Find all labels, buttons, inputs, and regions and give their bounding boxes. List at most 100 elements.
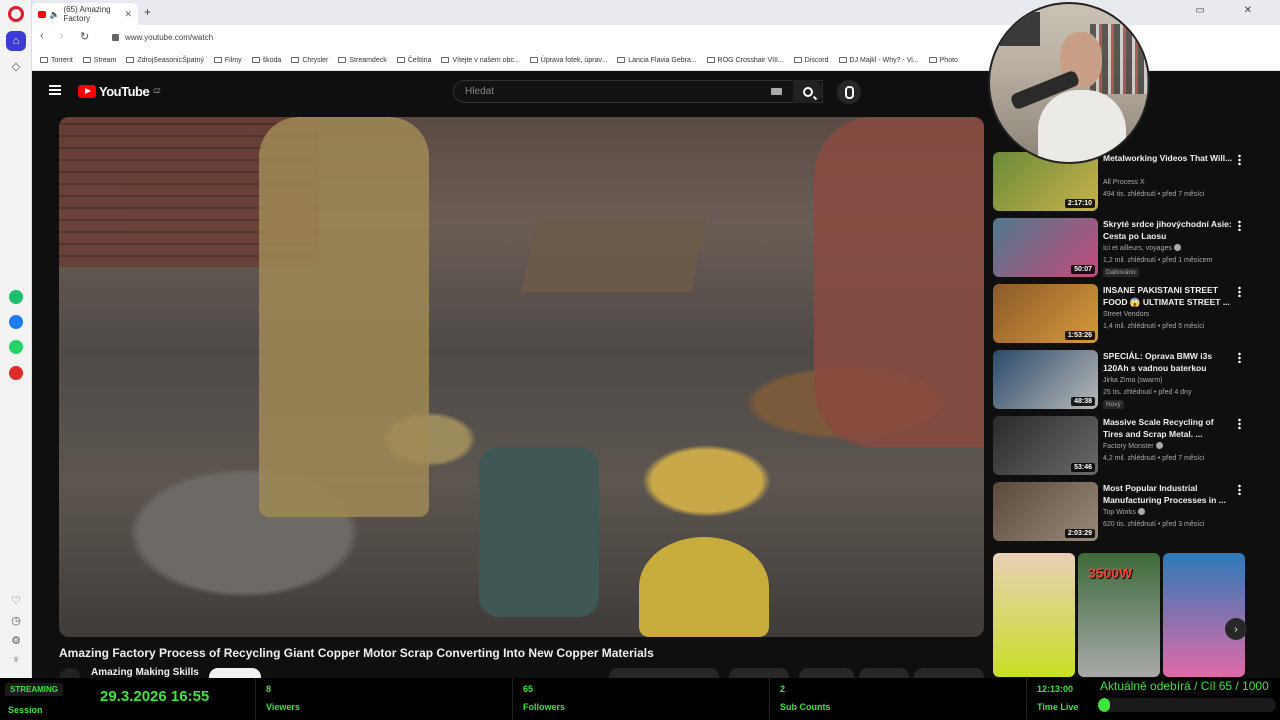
channel-label[interactable]: Jirka Zima (swarm)	[1103, 375, 1163, 387]
bookmark-item[interactable]: Photo	[928, 57, 958, 64]
short-thumbnail[interactable]: 3500W	[1078, 553, 1160, 677]
chevron-right-icon[interactable]: ›	[1225, 618, 1247, 640]
history-icon[interactable]: ◷	[6, 610, 26, 630]
search-button[interactable]	[793, 80, 823, 103]
bookmark-item[interactable]: Streamdeck	[338, 57, 387, 64]
more-options-icon[interactable]	[1238, 352, 1241, 363]
speaker-icon[interactable]: 🔈	[50, 10, 60, 19]
menu-icon[interactable]	[49, 85, 61, 95]
chatgpt-icon[interactable]	[9, 290, 23, 304]
subscribe-button[interactable]	[209, 668, 261, 678]
video-player[interactable]	[59, 117, 984, 637]
whatsapp-icon[interactable]	[9, 340, 23, 354]
forward-icon[interactable]: ›	[60, 30, 64, 42]
short-thumbnail[interactable]	[993, 553, 1075, 677]
channel-avatar[interactable]	[59, 668, 81, 678]
subs-label: Sub Counts	[780, 702, 831, 712]
recommendation-item[interactable]: 2:17:10 Metalworking Videos That Will... A…	[993, 152, 1278, 212]
more-options-icon[interactable]	[1238, 484, 1241, 495]
more-options-icon[interactable]	[1238, 154, 1241, 165]
bookmark-item[interactable]: Stream	[82, 57, 116, 64]
youtube-logo[interactable]: YouTube CZ	[78, 84, 161, 99]
sub-goal-progress-fill	[1098, 698, 1110, 712]
bookmark-item[interactable]: Torrent	[40, 57, 73, 64]
recommendation-item[interactable]: 53:46 Massive Scale Recycling of Tires an…	[993, 416, 1278, 476]
webcam-monitor	[1000, 12, 1040, 46]
opera-logo-icon[interactable]	[8, 6, 24, 22]
settings-icon[interactable]: ⚙	[6, 630, 26, 650]
bookmark-item[interactable]: ZdrojSeasonicŠpatný	[126, 57, 204, 64]
bookmark-item[interactable]: ROG Crosshair VIII...	[706, 57, 784, 64]
video-frame-motor-yellow	[639, 537, 769, 637]
new-tab-icon[interactable]: +	[144, 5, 151, 19]
heart-icon[interactable]: ♡	[6, 590, 26, 610]
bookmark-label: Filmy	[224, 56, 242, 64]
youtube-play-icon	[78, 85, 96, 98]
viewers-panel: 8 Viewers	[255, 678, 510, 720]
channel-label[interactable]: All Process X	[1103, 177, 1145, 189]
bookmark-item[interactable]: DJ Majkl - Why? - Vi...	[838, 57, 919, 64]
bookmark-item[interactable]: škoda	[251, 57, 281, 64]
messenger-icon[interactable]	[9, 315, 23, 329]
like-dislike-button[interactable]	[609, 668, 719, 678]
video-thumbnail[interactable]: 48:38	[993, 350, 1098, 409]
bookmark-item[interactable]: Čeština	[396, 57, 431, 64]
recommendation-title[interactable]: SPECIÁL: Oprava BMW i3s 120Ah s vadnou b…	[1103, 350, 1233, 374]
video-thumbnail[interactable]: 50:07	[993, 218, 1098, 277]
youtube-page: YouTube CZ Hledat Amazing Factory Proces…	[33, 72, 1280, 678]
more-options-icon[interactable]	[1238, 220, 1241, 231]
time-live-value: 12:13:00	[1037, 684, 1074, 694]
channel-label[interactable]: Factory Monster	[1103, 441, 1163, 453]
followers-panel: 65 Followers	[512, 678, 767, 720]
back-icon[interactable]: ‹	[40, 30, 44, 42]
bookmark-item[interactable]: Vítejte v našem obc...	[441, 56, 520, 64]
save-button[interactable]	[914, 668, 984, 678]
recommendation-title[interactable]: Massive Scale Recycling of Tires and Scr…	[1103, 416, 1233, 440]
lightbulb-icon[interactable]: ♀	[6, 650, 26, 670]
close-tab-icon[interactable]: ✕	[124, 9, 132, 20]
recommendation-title[interactable]: Skryté srdce jihovýchodní Asie: Cesta po…	[1103, 218, 1233, 242]
recommendation-title[interactable]: Most Popular Industrial Manufacturing Pr…	[1103, 482, 1233, 506]
viewers-value: 8	[266, 684, 272, 694]
more-options-icon[interactable]	[1238, 286, 1241, 297]
download-button[interactable]	[799, 668, 854, 678]
recommendation-item[interactable]: 50:07 Skryté srdce jihovýchodní Asie: Ces…	[993, 218, 1278, 278]
short-thumbnail[interactable]	[1163, 553, 1245, 677]
reload-icon[interactable]: ↻	[80, 30, 89, 43]
url-field[interactable]: www.youtube.com/watch	[112, 29, 1012, 46]
recommendation-title[interactable]: INSANE PAKISTANI STREET FOOD 😱 ULTIMATE …	[1103, 284, 1233, 308]
bookmark-item[interactable]: Lancia Flavia Gebra...	[617, 57, 697, 64]
bookmark-item[interactable]: Discord	[793, 57, 829, 64]
channel-label[interactable]: Ici et ailleurs, voyages	[1103, 243, 1181, 255]
video-thumbnail[interactable]: 2:03:29	[993, 482, 1098, 541]
bookmark-item[interactable]: Filmy	[213, 56, 242, 64]
recommendation-item[interactable]: 1:53:26 INSANE PAKISTANI STREET FOOD 😱 UL…	[993, 284, 1278, 344]
channel-name: All Process X	[1103, 179, 1145, 186]
more-options-icon[interactable]	[1238, 418, 1241, 429]
recommendation-item[interactable]: 48:38 SPECIÁL: Oprava BMW i3s 120Ah s vad…	[993, 350, 1278, 410]
bookmark-item[interactable]: Chrysler	[291, 57, 328, 64]
music-player-icon[interactable]	[9, 366, 23, 380]
video-thumbnail[interactable]: 53:46	[993, 416, 1098, 475]
bookmark-item[interactable]: Úprava fotek, úprav...	[529, 56, 608, 64]
voice-search-icon[interactable]	[837, 80, 861, 104]
video-thumbnail[interactable]: 1:53:26	[993, 284, 1098, 343]
recommendation-item[interactable]: 2:03:29 Most Popular Industrial Manufactu…	[993, 482, 1278, 542]
channel-name[interactable]: Amazing Making Skills	[91, 667, 199, 678]
video-frame-worker	[259, 117, 429, 517]
time-live-panel: 12:13:00 Time Live	[1026, 678, 1096, 720]
logo-text: YouTube	[99, 84, 150, 99]
channel-label[interactable]: Street Vendors	[1103, 309, 1149, 321]
home-icon[interactable]: ⌂	[6, 31, 26, 51]
channel-label[interactable]: Top Works	[1103, 507, 1145, 519]
speed-dial-icon[interactable]: ◇	[6, 56, 26, 76]
bookmark-label: Úprava fotek, úprav...	[540, 56, 608, 64]
bookmark-label: Vítejte v našem obc...	[452, 56, 520, 64]
search-input[interactable]: Hledat	[453, 80, 823, 103]
share-button[interactable]	[729, 668, 789, 678]
keyboard-icon[interactable]	[771, 88, 782, 95]
tab-active[interactable]: 🔈 (65) Amazing Factory ✕	[32, 3, 138, 25]
window-controls[interactable]: ▭ ✕	[1195, 5, 1270, 16]
clip-button[interactable]	[859, 668, 909, 678]
video-frame-worker-right	[814, 117, 984, 447]
